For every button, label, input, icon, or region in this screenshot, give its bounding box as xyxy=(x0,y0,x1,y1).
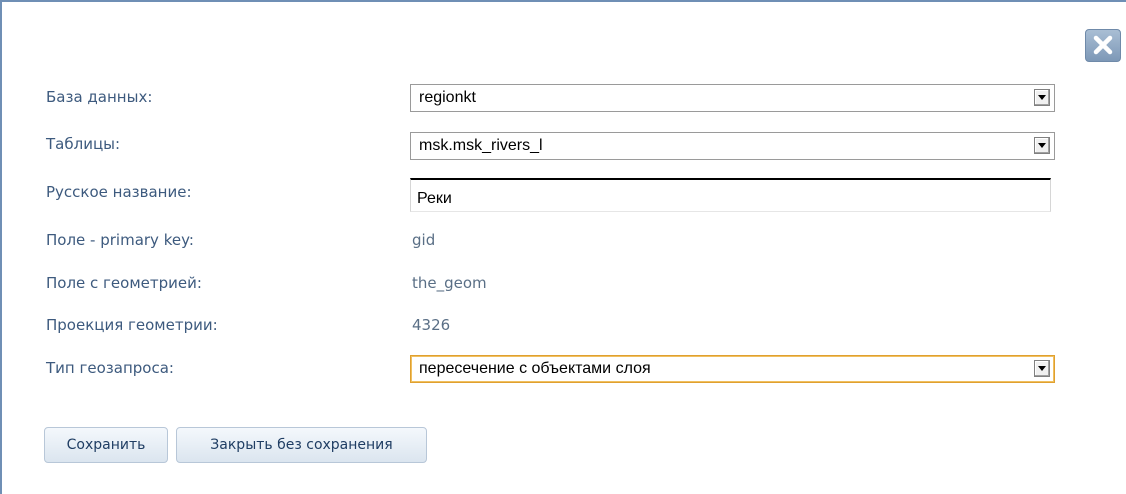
russian-name-label: Русское название: xyxy=(46,183,192,201)
tables-label: Таблицы: xyxy=(46,135,121,153)
save-button[interactable]: Сохранить xyxy=(44,427,168,463)
database-label: База данных: xyxy=(46,88,153,106)
projection-label: Проекция геометрии: xyxy=(46,316,218,334)
geometry-field-value: the_geom xyxy=(412,274,487,292)
chevron-down-icon xyxy=(1038,366,1046,371)
close-icon xyxy=(1093,35,1113,55)
database-select-value: regionkt xyxy=(419,89,476,106)
database-dropdown-button[interactable] xyxy=(1034,89,1050,106)
primary-key-value: gid xyxy=(412,231,436,249)
chevron-down-icon xyxy=(1038,95,1046,100)
geoquery-type-select[interactable]: пересечение с объектами слоя xyxy=(410,355,1055,383)
database-select[interactable]: regionkt xyxy=(410,84,1055,112)
layer-settings-dialog: База данных: regionkt Таблицы: msk.msk_r… xyxy=(0,0,1126,494)
geometry-field-label: Поле с геометрией: xyxy=(46,274,202,292)
dialog-left-border xyxy=(0,0,2,494)
close-without-save-button[interactable]: Закрыть без сохранения xyxy=(176,427,427,463)
geoquery-type-select-value: пересечение с объектами слоя xyxy=(419,360,651,377)
geoquery-type-dropdown-button[interactable] xyxy=(1034,360,1050,377)
dialog-top-border xyxy=(0,0,1126,2)
primary-key-label: Поле - primary key: xyxy=(46,231,194,249)
close-button[interactable] xyxy=(1085,29,1121,62)
geoquery-type-label: Тип геозапроса: xyxy=(46,359,174,377)
tables-select[interactable]: msk.msk_rivers_l xyxy=(410,132,1055,160)
projection-value: 4326 xyxy=(412,316,451,334)
chevron-down-icon xyxy=(1038,143,1046,148)
tables-select-value: msk.msk_rivers_l xyxy=(419,137,543,154)
russian-name-input[interactable] xyxy=(410,178,1051,212)
tables-dropdown-button[interactable] xyxy=(1034,137,1050,154)
